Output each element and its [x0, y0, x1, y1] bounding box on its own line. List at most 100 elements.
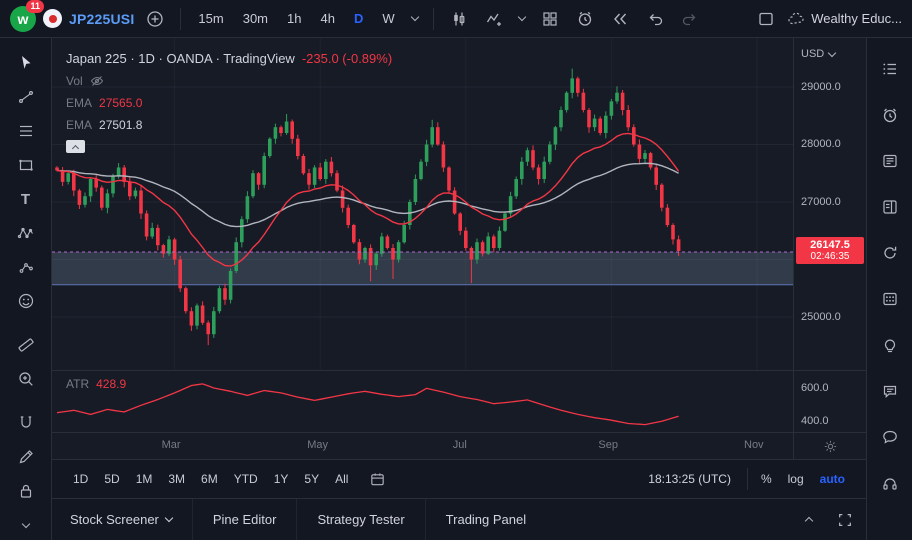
volume-hidden-eye-icon[interactable] [90, 74, 104, 88]
alerts-icon[interactable] [875, 100, 905, 130]
legend-collapse-button[interactable] [66, 140, 85, 153]
notification-badge[interactable]: 11 [26, 0, 44, 13]
atr-plot-area[interactable]: ATR 428.9 [52, 371, 793, 432]
time-axis[interactable]: Mar May Jul Sep Nov [52, 432, 866, 459]
go-to-date-icon[interactable] [369, 471, 386, 488]
economic-calendar-icon[interactable] [875, 284, 905, 314]
app-logo[interactable]: w 11 [10, 0, 44, 32]
alert-clock-icon[interactable] [571, 6, 599, 32]
account-name: Wealthy Educ... [811, 11, 902, 26]
chat-icon[interactable] [875, 376, 905, 406]
timeframe-30m[interactable]: 30m [237, 7, 274, 30]
ema-fast-label[interactable]: EMA [66, 96, 92, 110]
percent-scale-button[interactable]: % [754, 468, 779, 490]
last-price-label[interactable]: 26147.5 02:46:35 [796, 237, 864, 264]
range-all[interactable]: All [328, 468, 355, 490]
time-axis-label: Nov [744, 439, 764, 451]
single-layout-icon[interactable] [752, 6, 780, 32]
undo-icon[interactable] [641, 6, 669, 32]
timeframe-1w[interactable]: W [376, 7, 400, 30]
atr-line-chart[interactable] [52, 371, 793, 432]
indicators-button[interactable] [480, 6, 508, 32]
redo-icon[interactable] [676, 6, 704, 32]
chart-region: Japan 225 · 1D · OANDA · TradingView -23… [52, 38, 866, 540]
clock-utc[interactable]: 18:13:25 (UTC) [648, 472, 731, 486]
range-5y[interactable]: 5Y [297, 468, 326, 490]
atr-value: 428.9 [96, 377, 127, 391]
draw-pencil-tool-icon[interactable] [8, 440, 44, 474]
rectangle-tool-icon[interactable] [8, 148, 44, 182]
account-menu[interactable]: Wealthy Educ... [787, 10, 902, 28]
fib-retracement-tool-icon[interactable] [8, 114, 44, 148]
ema-slow-label[interactable]: EMA [66, 118, 92, 132]
watchlist-icon[interactable] [875, 54, 905, 84]
forecast-tool-icon[interactable] [8, 250, 44, 284]
range-ytd[interactable]: YTD [227, 468, 265, 490]
cloud-icon [788, 12, 804, 24]
change-value: -235.0 (-0.89%) [301, 51, 393, 66]
log-scale-button[interactable]: log [781, 468, 811, 490]
magnet-tool-icon[interactable] [8, 406, 44, 440]
panel-expand-chevron-icon[interactable] [794, 505, 824, 535]
price-scale[interactable]: USD 26147.5 02:46:35 29000.0 28000.0 27000… [793, 38, 866, 370]
emoji-tool-icon[interactable] [8, 284, 44, 318]
measure-ruler-tool-icon[interactable] [8, 328, 44, 362]
price-scale-label: 25000.0 [801, 310, 841, 323]
toolbar-separator [432, 7, 434, 30]
footer-panel: Stock Screener Pine Editor Strategy Test… [52, 498, 866, 540]
chart-style-candles-icon[interactable] [445, 6, 473, 32]
price-scale-label: 29000.0 [801, 80, 841, 93]
chart-title[interactable]: Japan 225 · 1D · OANDA · TradingView [66, 51, 295, 66]
fullscreen-icon[interactable] [830, 505, 860, 535]
bar-replay-icon[interactable] [606, 6, 634, 32]
indicators-templates-chevron-icon[interactable] [515, 12, 529, 22]
trend-line-tool-icon[interactable] [8, 80, 44, 114]
range-6m[interactable]: 6M [194, 468, 225, 490]
ideas-lightbulb-icon[interactable] [875, 330, 905, 360]
japan-flag-icon [43, 9, 62, 28]
timeframe-1d-active[interactable]: D [348, 7, 369, 30]
tab-stock-screener[interactable]: Stock Screener [70, 499, 192, 540]
price-scale-currency[interactable]: USD [801, 48, 837, 60]
compare-add-button[interactable] [141, 6, 169, 32]
chart-settings-gear-icon[interactable] [793, 433, 866, 459]
top-toolbar: w 11 JP225USI 15m 30m 1h 4h D W Wealthy … [0, 0, 912, 38]
range-5d[interactable]: 5D [97, 468, 126, 490]
timeframe-15m[interactable]: 15m [192, 7, 229, 30]
ema-fast-value: 27565.0 [99, 96, 143, 110]
atr-scale[interactable]: 600.0 400.0 [793, 371, 866, 432]
lock-drawings-tool-icon[interactable] [8, 474, 44, 508]
symbol-search-button[interactable]: JP225USI [69, 11, 134, 27]
tab-trading-panel[interactable]: Trading Panel [424, 499, 546, 540]
tradingview-app: w 11 JP225USI 15m 30m 1h 4h D W Wealthy … [0, 0, 912, 540]
tab-pine-editor[interactable]: Pine Editor [191, 499, 297, 540]
toolbar-collapse-chevron-icon[interactable] [8, 508, 44, 540]
bottom-toolbar: 1D 5D 1M 3M 6M YTD 1Y 5Y All 18:13:25 (U… [52, 459, 866, 498]
zoom-in-tool-icon[interactable] [8, 362, 44, 396]
volume-label[interactable]: Vol [66, 74, 83, 88]
timeframe-dropdown-chevron-icon[interactable] [408, 12, 422, 22]
xabcd-pattern-tool-icon[interactable] [8, 216, 44, 250]
layout-grid-icon[interactable] [536, 6, 564, 32]
range-1m[interactable]: 1M [129, 468, 160, 490]
text-tool-icon[interactable]: T [8, 182, 44, 216]
range-1y[interactable]: 1Y [267, 468, 296, 490]
right-sidebar [866, 38, 912, 540]
timeframe-4h[interactable]: 4h [314, 7, 340, 30]
data-window-icon[interactable] [875, 192, 905, 222]
last-price-value: 26147.5 [810, 239, 850, 251]
auto-scale-button[interactable]: auto [813, 468, 852, 490]
public-chat-icon[interactable] [875, 422, 905, 452]
toolbar-separator [180, 7, 182, 30]
news-icon[interactable] [875, 146, 905, 176]
cursor-tool-icon[interactable] [8, 46, 44, 80]
main-plot-area[interactable]: Japan 225 · 1D · OANDA · TradingView -23… [52, 38, 793, 370]
timeframe-1h[interactable]: 1h [281, 7, 307, 30]
range-1d[interactable]: 1D [66, 468, 95, 490]
refresh-rotate-icon[interactable] [875, 238, 905, 268]
support-headset-icon[interactable] [875, 468, 905, 498]
atr-label[interactable]: ATR [66, 377, 89, 391]
range-3m[interactable]: 3M [161, 468, 192, 490]
time-axis-labels[interactable]: Mar May Jul Sep Nov [52, 433, 793, 459]
tab-strategy-tester[interactable]: Strategy Tester [296, 499, 424, 540]
